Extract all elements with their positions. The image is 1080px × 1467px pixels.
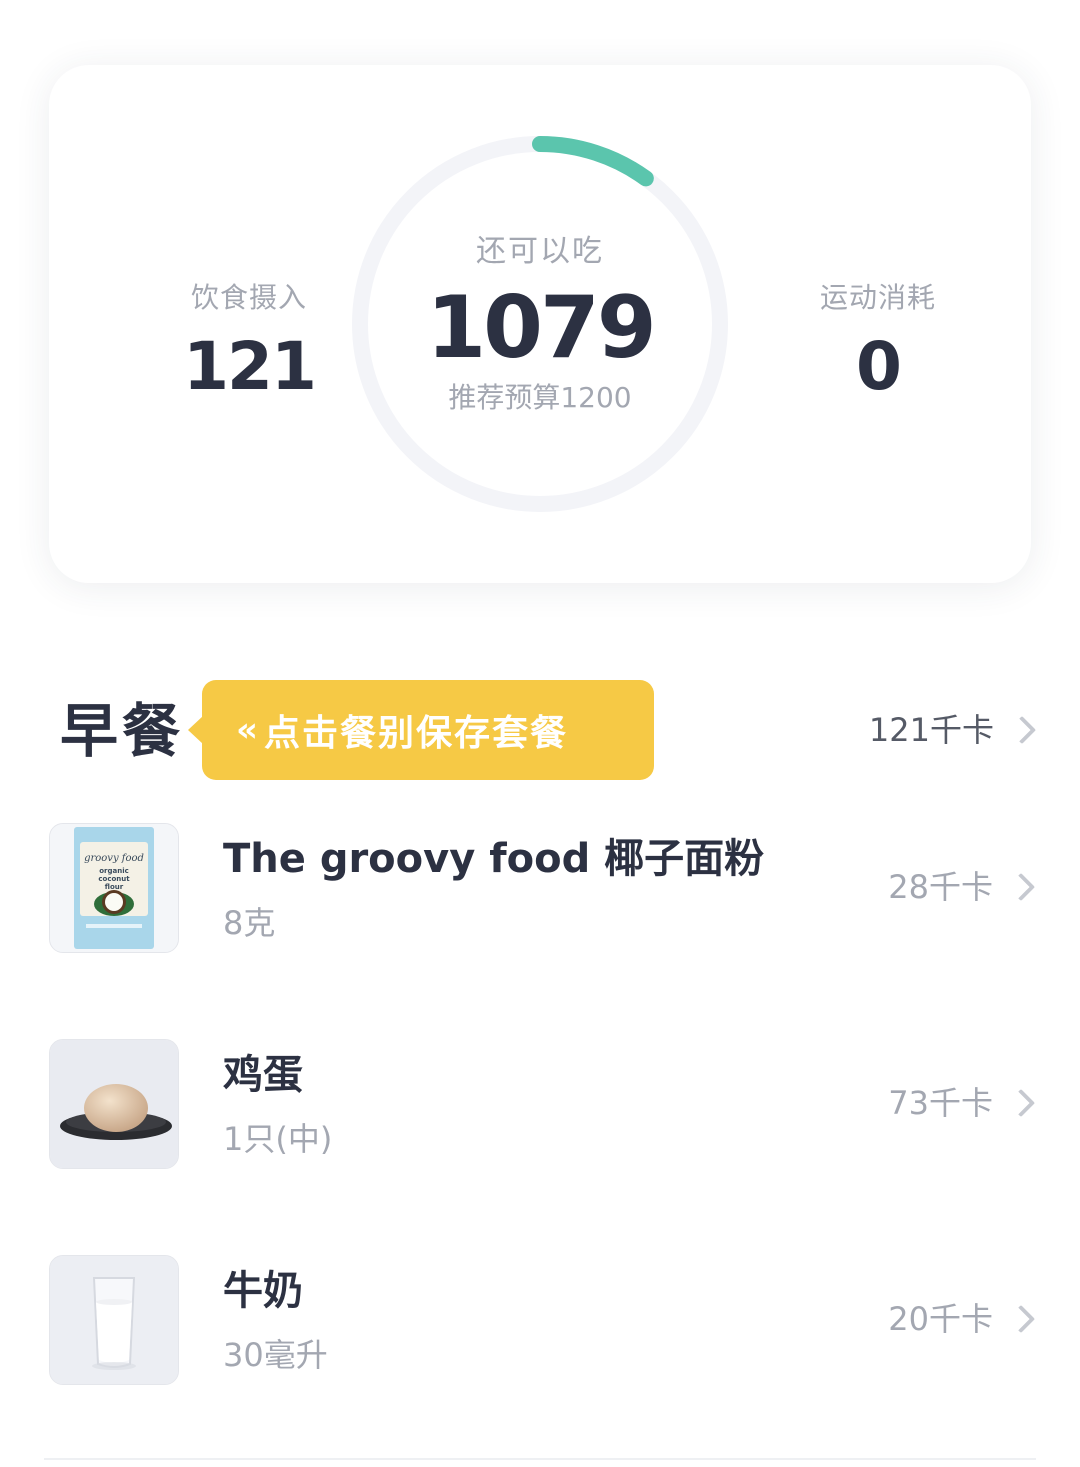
exercise-label: 运动消耗 (819, 281, 936, 314)
food-kcal: 20千卡 (888, 1300, 993, 1338)
food-kcal: 28千卡 (888, 868, 993, 906)
intake-stat: 饮食摄入 121 (139, 278, 359, 404)
meal-title-breakfast[interactable]: 早餐 (60, 696, 184, 766)
chevron-right-icon (1006, 1088, 1036, 1118)
budget-text: 推荐预算1200 (448, 381, 632, 414)
food-kcal: 73千卡 (888, 1084, 993, 1122)
exercise-value: 0 (856, 328, 902, 405)
remaining-stat: 还可以吃 1079 推荐预算1200 (380, 232, 700, 418)
coconut-flour-package-image: groovy food organic coconut flour (49, 823, 179, 953)
exercise-stat: 运动消耗 0 (768, 278, 988, 404)
meal-total-link[interactable]: 121千卡 (868, 708, 1037, 752)
food-amount: 8克 (223, 904, 276, 942)
food-amount: 30毫升 (223, 1336, 328, 1374)
chevron-right-icon (1006, 1304, 1036, 1334)
svg-text:flour: flour (105, 883, 124, 891)
intake-label: 饮食摄入 (190, 281, 307, 314)
remaining-value: 1079 (426, 278, 656, 378)
double-chevron-left-icon: ‹‹ (236, 710, 258, 750)
food-item[interactable]: groovy food organic coconut flour The gr… (49, 823, 1036, 953)
svg-text:coconut: coconut (98, 875, 130, 883)
food-kcal-link[interactable]: 73千卡 (888, 1081, 1036, 1125)
food-kcal-link[interactable]: 20千卡 (888, 1297, 1036, 1341)
divider (44, 1458, 1036, 1460)
meal-total-kcal: 121千卡 (868, 711, 994, 749)
food-item[interactable]: 牛奶 30毫升 20千卡 (49, 1255, 1036, 1385)
food-name: 牛奶 (223, 1268, 303, 1314)
save-meal-tooltip[interactable]: ‹‹ 点击餐别保存套餐 (188, 680, 654, 780)
calorie-summary-card[interactable]: 饮食摄入 121 还可以吃 1079 推荐预算1200 运动消耗 0 (49, 65, 1031, 583)
food-amount: 1只(中) (223, 1120, 333, 1158)
chevron-right-icon (1006, 872, 1036, 902)
remaining-label: 还可以吃 (476, 234, 604, 269)
food-name: 鸡蛋 (223, 1052, 303, 1098)
milk-glass-image (49, 1255, 179, 1385)
food-name: The groovy food 椰子面粉 (223, 836, 765, 882)
diet-page: 饮食摄入 121 还可以吃 1079 推荐预算1200 运动消耗 0 早餐 ‹‹… (0, 0, 1080, 1467)
tooltip-text: 点击餐别保存套餐 (264, 713, 569, 754)
svg-text:organic: organic (99, 867, 129, 875)
food-kcal-link[interactable]: 28千卡 (888, 865, 1036, 909)
intake-value: 121 (183, 328, 317, 405)
chevron-right-icon (1007, 715, 1037, 745)
egg-on-plate-image (49, 1039, 179, 1169)
svg-text:groovy food: groovy food (84, 853, 144, 864)
food-item[interactable]: 鸡蛋 1只(中) 73千卡 (49, 1039, 1036, 1169)
